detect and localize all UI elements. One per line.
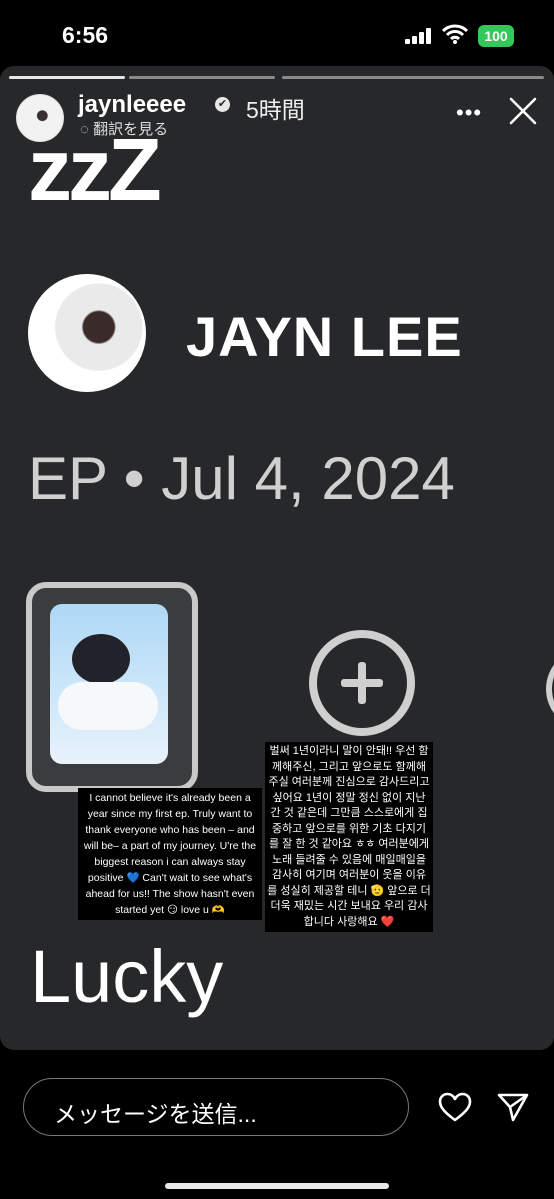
more-options-icon[interactable]: ••• [456,100,482,126]
ep-title: zzZ [28,120,162,219]
battery-indicator: 100 [478,25,514,47]
wifi-icon [442,24,468,44]
cellular-signal-icon [405,28,431,44]
artist-photo [28,274,146,392]
caption-english: I cannot believe it's already been a yea… [78,788,262,920]
posted-time: 5時間 [246,97,305,123]
message-input[interactable]: メッセージを送信... [23,1078,409,1136]
story-progress-segment [9,76,125,79]
track-title: Lucky [30,935,224,1018]
close-icon[interactable] [508,96,538,126]
send-icon[interactable] [497,1092,529,1122]
cover-figure [72,634,130,684]
cover-pillow [58,682,158,730]
story-username[interactable]: jaynleeee [78,91,186,119]
clock: 6:56 [62,22,109,48]
message-placeholder: メッセージを送信... [54,1101,257,1127]
add-icon [309,630,415,736]
caption-korean: 벌써 1년이라니 말이 안돼!! 우선 함께해주신, 그리고 앞으로도 함께해주… [265,742,433,932]
next-circle-icon [546,648,554,730]
verified-badge-icon: ✔ [215,97,230,112]
home-indicator[interactable] [165,1183,389,1189]
status-bar: 6:56 100 [0,0,554,66]
story-progress-segment [282,76,544,79]
story-viewer[interactable]: jaynleeee ✔ 5時間 ◌ 翻訳を見る ••• zzZ JAYN LEE… [0,66,554,1050]
heart-icon[interactable] [438,1092,472,1122]
album-cover-frame [26,582,198,792]
reply-bar: メッセージを送信... [0,1050,554,1199]
story-progress-segment [129,76,275,79]
artist-name: JAYN LEE [186,305,463,368]
release-info: EP • Jul 4, 2024 [28,445,455,512]
album-cover-image [50,604,168,764]
